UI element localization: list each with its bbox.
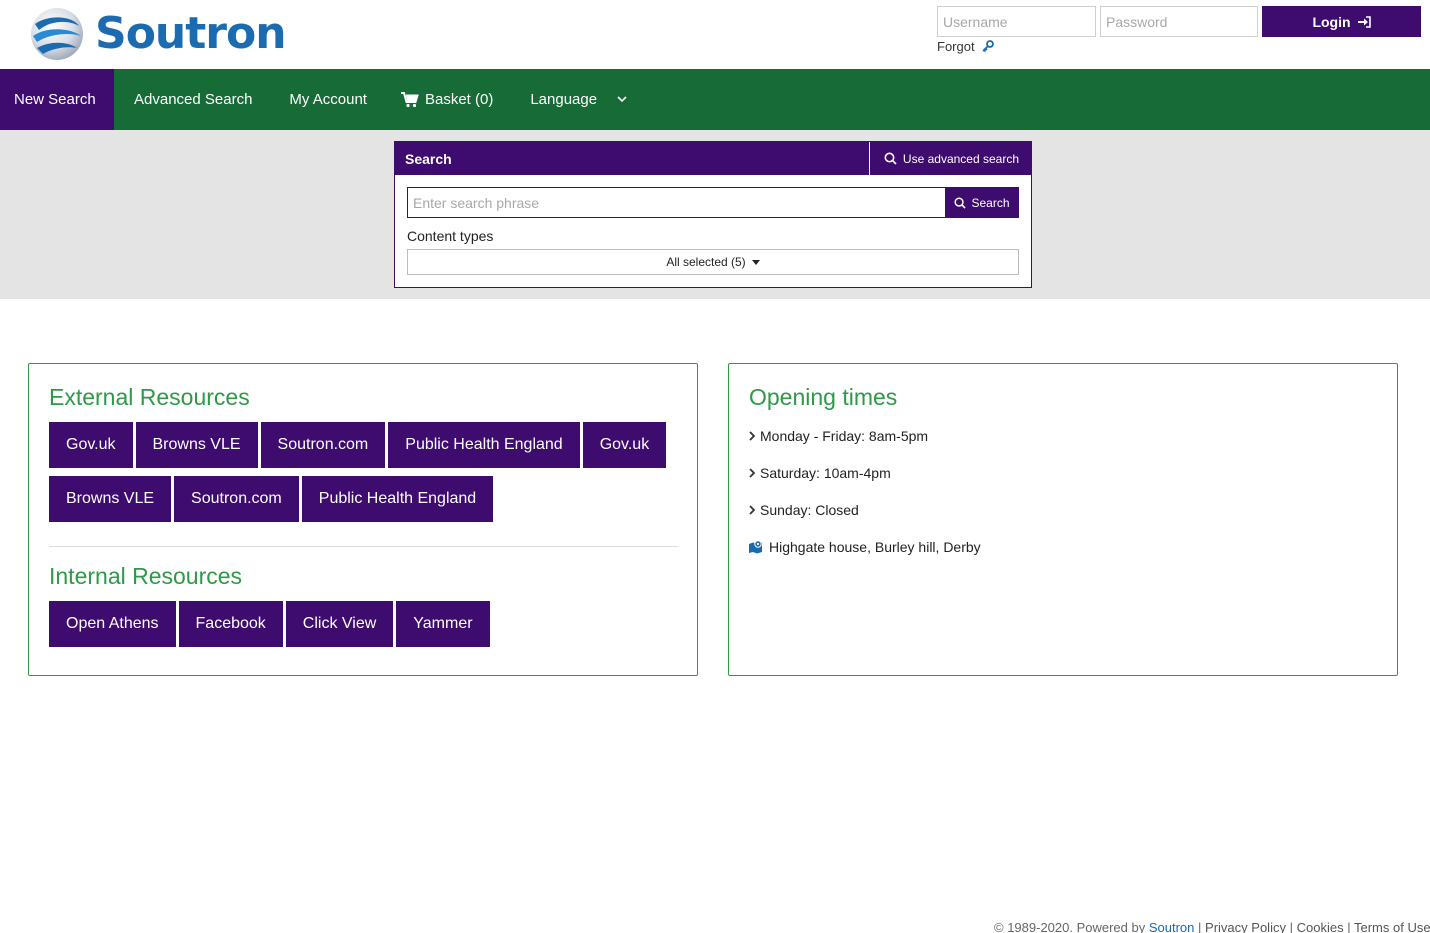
internal-link-yammer[interactable]: Yammer (396, 601, 490, 647)
footer-separator: | (1289, 920, 1293, 933)
nav-basket[interactable]: Basket (0) (384, 69, 510, 130)
login-button-label: Login (1312, 13, 1351, 30)
chevron-right-icon (749, 505, 755, 515)
nav-language-label: Language (530, 91, 598, 108)
opening-times-item: Monday - Friday: 8am-5pm (749, 428, 928, 444)
footer-separator: | (1198, 920, 1202, 933)
opening-times-text: Monday - Friday: 8am-5pm (760, 428, 929, 444)
key-icon (981, 40, 994, 53)
nav-my-account[interactable]: My Account (272, 69, 384, 130)
internal-link-open-athens[interactable]: Open Athens (49, 601, 176, 647)
nav-new-search-label: New Search (14, 91, 96, 108)
header: Soutron Login Forgot (0, 0, 1430, 69)
use-advanced-search-link[interactable]: Use advanced search (868, 142, 1031, 175)
password-input[interactable] (1100, 6, 1258, 37)
shopping-cart-icon (400, 91, 419, 108)
sign-in-icon (1357, 15, 1371, 28)
nav-basket-label: Basket (0) (424, 91, 494, 108)
opening-times-title: Opening times (749, 384, 898, 410)
caret-down-icon (751, 259, 760, 265)
search-input[interactable] (407, 187, 946, 218)
opening-times-text: Saturday: 10am-4pm (760, 465, 891, 481)
chevron-right-icon (749, 468, 755, 478)
external-link-soutron-com[interactable]: Soutron.com (260, 422, 386, 468)
footer-privacy-link[interactable]: Privacy Policy (1205, 920, 1286, 933)
search-icon (884, 152, 897, 165)
content-types-select[interactable]: All selected (5) (407, 249, 1019, 275)
search-panel-header: Search Use advanced search (395, 142, 1031, 175)
external-resources-row-2: Browns VLE Soutron.com Public Health Eng… (49, 476, 494, 522)
external-link-public-health-england[interactable]: Public Health England (388, 422, 580, 468)
footer: © 1989-2020. Powered by Soutron | Privac… (994, 920, 1430, 933)
divider (49, 546, 678, 547)
search-button[interactable]: Search (945, 187, 1019, 218)
chevron-right-icon (749, 431, 755, 441)
use-advanced-search-label: Use advanced search (902, 151, 1019, 166)
footer-terms-link[interactable]: Terms of Use (1354, 920, 1430, 933)
opening-times-item: Sunday: Closed (749, 502, 859, 518)
nav-my-account-label: My Account (289, 91, 367, 108)
forgot-label: Forgot (937, 39, 975, 54)
search-panel: Search Use advanced search Search Conten… (394, 141, 1032, 288)
external-resources-title: External Resources (49, 384, 250, 410)
footer-separator: | (1347, 920, 1351, 933)
content-types-value: All selected (5) (666, 255, 746, 269)
brand-name: Soutron (95, 8, 287, 59)
opening-times-panel: Opening times Monday - Friday: 8am-5pm S… (728, 363, 1398, 676)
content-types-label: Content types (407, 228, 494, 244)
username-input[interactable] (937, 6, 1096, 37)
internal-resources-title: Internal Resources (49, 563, 243, 589)
chevron-down-icon (617, 96, 627, 103)
footer-soutron-link[interactable]: Soutron (1149, 920, 1195, 933)
soutron-logo-mark-icon (31, 8, 83, 60)
address-item: Highgate house, Burley hill, Derby (749, 539, 981, 555)
external-link-gov-uk[interactable]: Gov.uk (49, 422, 133, 468)
opening-times-text: Sunday: Closed (760, 502, 859, 518)
nav-advanced-search[interactable]: Advanced Search (117, 69, 269, 130)
resources-panel: External Resources Gov.uk Browns VLE Sou… (28, 363, 698, 676)
internal-link-facebook[interactable]: Facebook (178, 601, 283, 647)
address-text: Highgate house, Burley hill, Derby (769, 539, 981, 555)
external-link-gov-uk-2[interactable]: Gov.uk (582, 422, 667, 468)
external-link-soutron-com-2[interactable]: Soutron.com (174, 476, 299, 522)
external-link-browns-vle-2[interactable]: Browns VLE (49, 476, 172, 522)
nav-advanced-search-label: Advanced Search (134, 91, 253, 108)
soutron-logo[interactable]: Soutron (29, 6, 287, 62)
search-icon (954, 196, 967, 209)
nav-new-search[interactable]: New Search (0, 69, 114, 130)
main-nav: New Search Advanced Search My Account Ba… (0, 69, 1430, 130)
search-panel-title: Search (405, 150, 452, 167)
search-button-label: Search (971, 195, 1010, 210)
external-link-browns-vle[interactable]: Browns VLE (135, 422, 258, 468)
external-link-public-health-england-2[interactable]: Public Health England (301, 476, 494, 522)
forgot-link[interactable]: Forgot (937, 39, 994, 54)
opening-times-item: Saturday: 10am-4pm (749, 465, 891, 481)
internal-resources-row: Open Athens Facebook Click View Yammer (49, 601, 490, 647)
login-button[interactable]: Login (1262, 6, 1421, 37)
footer-copyright: © 1989-2020. Powered by (994, 920, 1146, 933)
external-resources-row-1: Gov.uk Browns VLE Soutron.com Public Hea… (49, 422, 667, 468)
footer-cookies-link[interactable]: Cookies (1297, 920, 1344, 933)
nav-language-dropdown[interactable]: Language (510, 69, 644, 130)
map-marker-icon (749, 540, 762, 554)
internal-link-click-view[interactable]: Click View (285, 601, 394, 647)
